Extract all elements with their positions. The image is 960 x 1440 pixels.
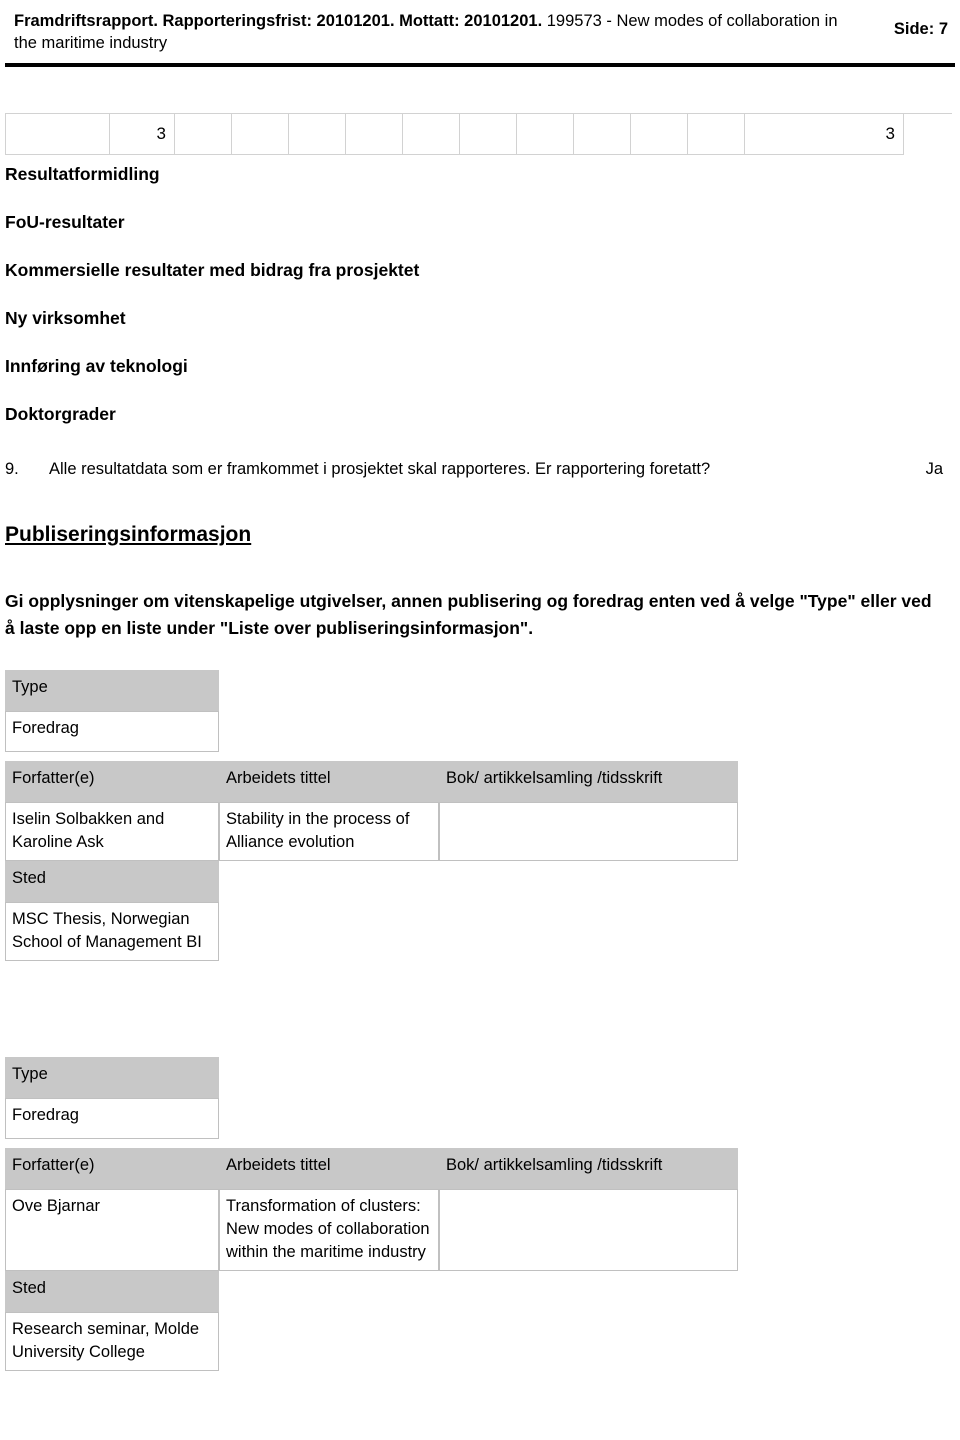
grid-cell-2: 3 (110, 114, 175, 155)
table-row: Sted (5, 1271, 738, 1312)
publication-table: Type Foredrag Forfatter(e) Arbeidets tittel… (5, 1057, 738, 1371)
page-header: Framdriftsrapport. Rapporteringsfrist: 2… (0, 0, 960, 62)
author-cell: Ove Bjarnar (5, 1189, 219, 1271)
publication-table: Type Foredrag Forfatter(e) Arbeidets tittel… (5, 670, 738, 961)
table-row: Research seminar, Molde University Colle… (5, 1312, 738, 1371)
empty-cell (439, 1271, 738, 1312)
book-journal-cell (439, 802, 738, 861)
empty-cell (439, 1057, 738, 1098)
grid-cell-9 (517, 114, 574, 155)
heading-6: Doktorgrader (5, 404, 116, 424)
table-row: Type (5, 1057, 738, 1098)
heading-5: Innføring av teknologi (5, 356, 188, 376)
publication-block-1: Type Foredrag Forfatter(e) Arbeidets tittel… (5, 670, 738, 961)
grid-cell-6 (346, 114, 403, 155)
work-title-cell: Stability in the process of Alliance evo… (219, 802, 439, 861)
table-row (5, 1139, 738, 1148)
grid-cell-7 (403, 114, 460, 155)
empty-cell (219, 902, 439, 961)
column-header-2: Arbeidets tittel (219, 1148, 439, 1189)
table-row: Foredrag (5, 711, 738, 752)
numeric-grid-row: 33 (5, 113, 952, 155)
empty-cell (219, 861, 439, 902)
grid-cell-4 (232, 114, 289, 155)
spacer-cell (439, 1139, 738, 1148)
sted-value-cell: Research seminar, Molde University Colle… (5, 1312, 219, 1371)
table-row: Iselin Solbakken and Karoline Ask Stabili… (5, 802, 738, 861)
spacer-cell (439, 752, 738, 761)
table-row: MSC Thesis, Norwegian School of Manageme… (5, 902, 738, 961)
author-cell: Iselin Solbakken and Karoline Ask (5, 802, 219, 861)
heading-3: Kommersielle resultater med bidrag fra p… (5, 260, 420, 280)
grid-cell-1 (5, 114, 110, 155)
table-row: Type (5, 670, 738, 711)
type-value-cell: Foredrag (5, 711, 219, 752)
empty-cell (219, 711, 439, 752)
empty-cell (439, 1098, 738, 1139)
empty-cell (439, 1312, 738, 1371)
heading-4: Ny virksomhet (5, 308, 126, 328)
empty-cell (439, 902, 738, 961)
question-text: Alle resultatdata som er framkommet i pr… (49, 460, 711, 478)
spacer-cell (219, 752, 439, 761)
table-row: Forfatter(e) Arbeidets tittel Bok/ artikke… (5, 761, 738, 802)
heading-1: Resultatformidling (5, 164, 160, 184)
section-title-publiseringsinformasjon: Publiseringsinformasjon (5, 523, 252, 546)
question-answer: Ja (925, 460, 943, 478)
column-header-3: Bok/ artikkelsamling /tidsskrift (439, 1148, 738, 1189)
empty-cell (219, 1271, 439, 1312)
table-row (5, 752, 738, 761)
report-header-bold: Framdriftsrapport. Rapporteringsfrist: 2… (14, 12, 543, 30)
column-header-3: Bok/ artikkelsamling /tidsskrift (439, 761, 738, 802)
grid-cell-12 (688, 114, 745, 155)
type-value-cell: Foredrag (5, 1098, 219, 1139)
grid-cell-10 (574, 114, 631, 155)
page-number-label: Side: 7 (893, 20, 948, 38)
grid-cell-13: 3 (745, 114, 904, 155)
table-row: Ove Bjarnar Transformation of clusters: N… (5, 1189, 738, 1271)
empty-cell (219, 1057, 439, 1098)
grid-cell-8 (460, 114, 517, 155)
grid-cell-5 (289, 114, 346, 155)
report-header-text: Framdriftsrapport. Rapporteringsfrist: 2… (14, 10, 854, 54)
sted-header-cell: Sted (5, 1271, 219, 1312)
empty-cell (219, 1098, 439, 1139)
spacer-cell (219, 1139, 439, 1148)
instruction-paragraph: Gi opplysninger om vitenskapelige utgive… (5, 591, 932, 638)
grid-cell-3 (175, 114, 232, 155)
section-headings: Resultatformidling FoU-resultater Kommersi… (5, 163, 905, 451)
type-header-cell: Type (5, 1057, 219, 1098)
work-title-cell: Transformation of clusters: New modes of… (219, 1189, 439, 1271)
column-header-1: Forfatter(e) (5, 761, 219, 802)
book-journal-cell (439, 1189, 738, 1271)
publication-block-2: Type Foredrag Forfatter(e) Arbeidets tittel… (5, 1057, 738, 1371)
table-row: Forfatter(e) Arbeidets tittel Bok/ artikke… (5, 1148, 738, 1189)
column-header-2: Arbeidets tittel (219, 761, 439, 802)
grid-cell-11 (631, 114, 688, 155)
question-number: 9. (5, 460, 19, 478)
heading-2: FoU-resultater (5, 212, 125, 232)
sted-value-cell: MSC Thesis, Norwegian School of Manageme… (5, 902, 219, 961)
empty-cell (219, 1312, 439, 1371)
empty-cell (439, 670, 738, 711)
table-row: Foredrag (5, 1098, 738, 1139)
empty-cell (219, 670, 439, 711)
sted-header-cell: Sted (5, 861, 219, 902)
column-header-1: Forfatter(e) (5, 1148, 219, 1189)
table-row: Sted (5, 861, 738, 902)
empty-cell (439, 861, 738, 902)
header-divider (5, 63, 955, 67)
spacer-cell (5, 1139, 219, 1148)
empty-cell (439, 711, 738, 752)
type-header-cell: Type (5, 670, 219, 711)
spacer-cell (5, 752, 219, 761)
